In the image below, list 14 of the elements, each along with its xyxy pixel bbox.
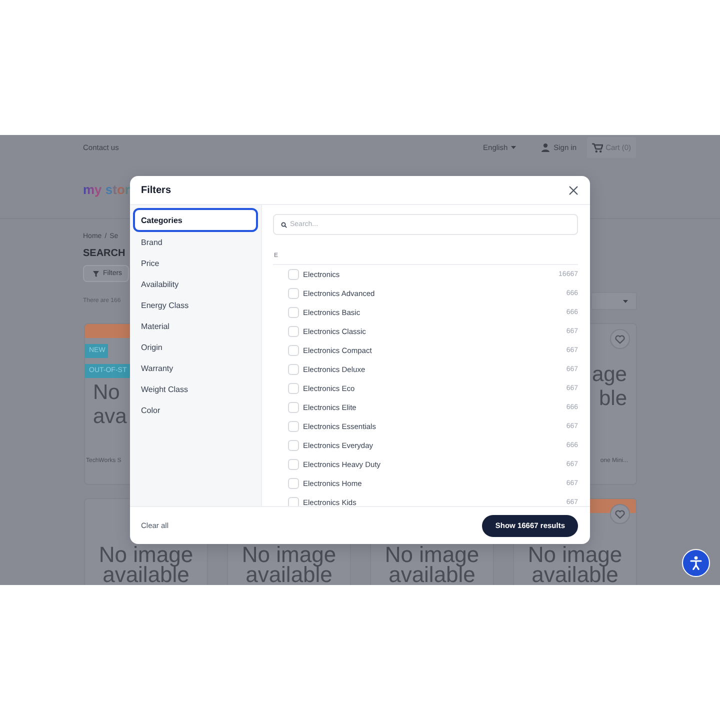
no-image-text: No image — [384, 545, 480, 565]
no-image-text: available — [388, 565, 476, 585]
no-image-text: available — [102, 565, 190, 585]
no-image-text: ble — [598, 387, 627, 411]
no-image-text: available — [246, 565, 332, 585]
no-image-text: ava — [93, 405, 127, 429]
dialog-title: Filters — [141, 184, 172, 196]
no-image-text: No — [93, 381, 120, 405]
no-image-text: No image — [242, 545, 336, 565]
page-heading: SEARCH — [83, 248, 126, 260]
no-image-text: available — [532, 565, 618, 585]
no-image-text: No image — [98, 545, 194, 565]
no-image-text: age — [592, 363, 627, 387]
no-image-text: No image — [528, 545, 622, 565]
